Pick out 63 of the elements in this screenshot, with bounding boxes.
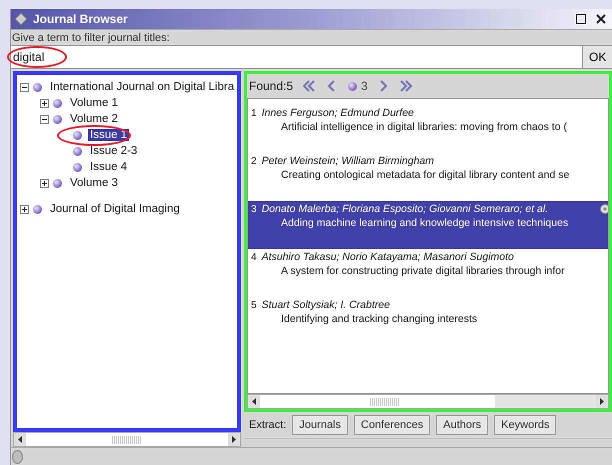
app-icon [15, 13, 27, 25]
node-bullet-icon [73, 130, 82, 140]
node-bullet-icon [33, 204, 42, 214]
node-bullet-icon [53, 114, 62, 124]
collapse-icon[interactable] [40, 114, 49, 124]
horizontal-scrollbar[interactable] [13, 432, 241, 447]
result-authors: Innes Ferguson; Edmund Durfee [262, 107, 414, 119]
tree-item[interactable]: International Journal on Digital Libra [48, 81, 236, 93]
expand-icon[interactable] [40, 98, 49, 108]
result-title: A system for constructing private digital libraries through infor [280, 265, 566, 277]
last-page-button[interactable] [400, 79, 413, 93]
result-number: 5 [251, 300, 257, 311]
scroll-right-icon[interactable] [600, 398, 604, 405]
node-bullet-icon [53, 98, 62, 108]
status-icon [12, 450, 23, 464]
next-page-button[interactable] [378, 79, 390, 93]
result-item[interactable]: 3 Donato Malerba; Floriana Esposito; Giovanni Semeraro; et al. Adding machine learning and knowledge intensive techniques [248, 201, 608, 249]
scroll-left-icon[interactable] [252, 398, 256, 405]
node-bullet-icon [33, 82, 42, 92]
result-item[interactable]: 2 Peter Weinstein; William Birmingham Creating ontological metadata for digital library content and se [248, 153, 608, 201]
result-item[interactable]: 5 Stuart Soltysiak; I. Crabtree Identifying and tracking changing interests [248, 297, 608, 345]
horizontal-scrollbar[interactable] [247, 394, 609, 409]
window-title: Journal Browser [33, 12, 129, 26]
node-bullet-icon [73, 162, 82, 172]
extract-button[interactable]: Keywords [494, 415, 556, 435]
result-title: Artificial intelligence in digital libraries: moving from chaos to ( [280, 121, 568, 133]
result-title: Identifying and tracking changing interests [280, 313, 478, 325]
tree-item[interactable]: Volume 1 [68, 97, 120, 109]
expand-icon[interactable] [40, 178, 49, 188]
tree-item[interactable]: Issue 4 [88, 161, 130, 173]
result-authors: Atsuhiro Takasu; Norio Katayama; Masanori Sugimoto [262, 251, 514, 263]
result-number: 4 [251, 252, 257, 263]
result-title: Adding machine learning and knowledge intensive techniques [280, 217, 570, 229]
result-number: 3 [251, 204, 257, 215]
result-title: Creating ontological metadata for digital library content and se [280, 169, 570, 181]
close-button[interactable] [594, 12, 608, 26]
extract-button[interactable]: Conferences [354, 415, 430, 435]
result-number: 2 [251, 156, 257, 167]
ok-button[interactable]: OK [582, 46, 612, 68]
result-item[interactable]: 1 Innes Ferguson; Edmund Durfee Artificial intelligence in digital libraries: moving from chaos to ( [248, 105, 608, 153]
extract-button[interactable]: Authors [436, 415, 488, 435]
tree-item[interactable]: Volume 3 [68, 177, 120, 189]
scroll-right-icon[interactable] [232, 436, 236, 443]
result-authors: Stuart Soltysiak; I. Crabtree [262, 299, 390, 311]
collapse-icon[interactable] [20, 82, 29, 92]
tree-item[interactable]: Issue 2-3 [88, 145, 140, 157]
scroll-left-icon[interactable] [18, 436, 22, 443]
result-item[interactable]: 4 Atsuhiro Takasu; Norio Katayama; Masanori Sugimoto A system for constructing private digital libraries through infor [248, 249, 608, 297]
result-authors: Peter Weinstein; William Birmingham [262, 155, 434, 167]
node-bullet-icon [73, 146, 82, 156]
expand-icon[interactable] [20, 204, 29, 214]
result-number: 1 [251, 108, 257, 119]
filter-field[interactable]: digital [11, 46, 582, 68]
extract-label: Extract: [249, 419, 286, 431]
found-count: Found:5 [249, 79, 294, 93]
result-authors: Donato Malerba; Floriana Esposito; Giovanni Semeraro; et al. [262, 203, 548, 215]
maximize-button[interactable] [574, 12, 588, 26]
page-indicator[interactable]: 3 [348, 79, 368, 93]
tree-item[interactable]: Journal of Digital Imaging [48, 203, 182, 215]
first-page-button[interactable] [303, 79, 316, 93]
node-bullet-icon [53, 178, 62, 188]
tree-item[interactable]: Volume 2 [68, 113, 120, 125]
extract-button[interactable]: Journals [292, 415, 348, 435]
